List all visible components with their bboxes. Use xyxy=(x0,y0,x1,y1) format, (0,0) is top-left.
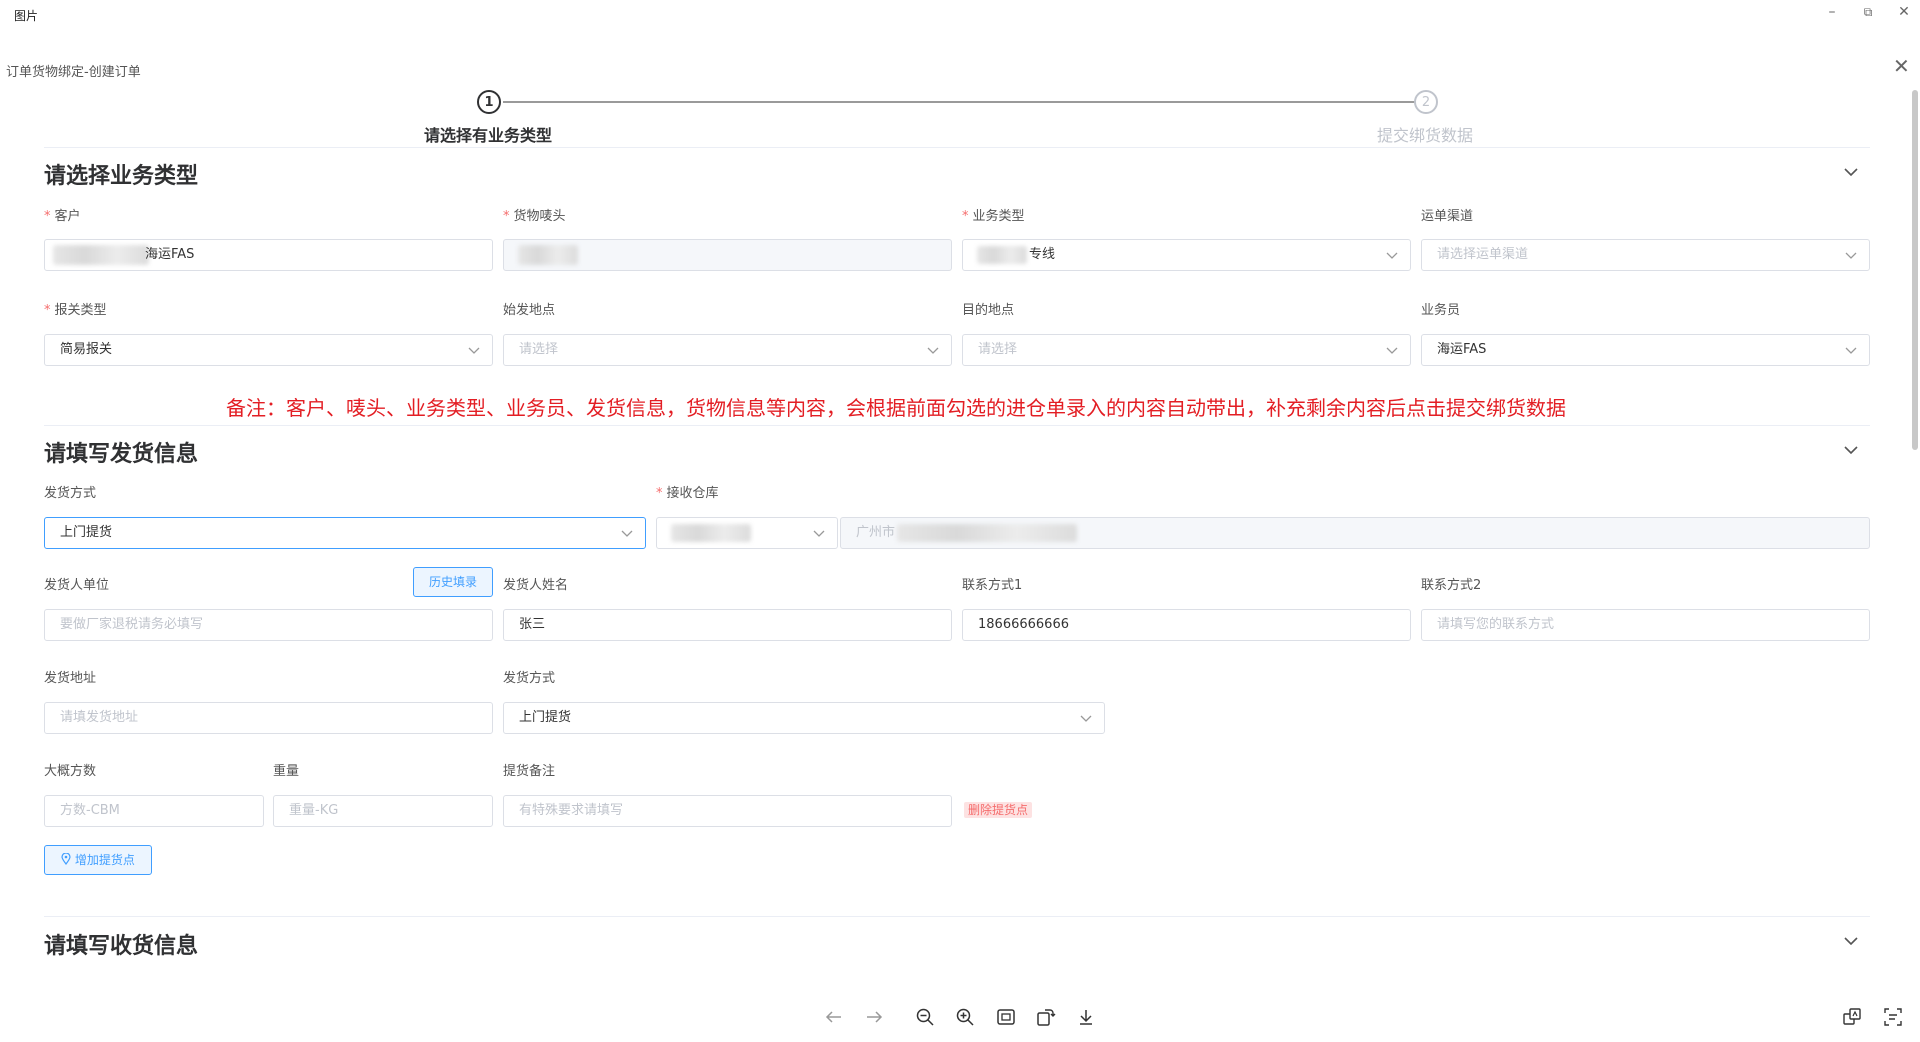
weight-input[interactable]: 重量-KG xyxy=(273,795,493,827)
zoom-in-icon[interactable] xyxy=(954,1006,976,1028)
window-close-icon[interactable]: ✕ xyxy=(1890,2,1918,22)
pickup-note-label: 提货备注 xyxy=(503,764,556,779)
pickup-note-input[interactable]: 有特殊要求请填写 xyxy=(503,795,952,827)
step-1-label: 请选择有业务类型 xyxy=(424,126,553,145)
delete-pickup-button[interactable]: 删除提货点 xyxy=(964,802,1033,818)
address-input[interactable]: 请填发货地址 xyxy=(44,702,493,734)
sender-unit-input[interactable]: 要做厂家退税请务必填写 xyxy=(44,609,493,641)
chevron-down-icon xyxy=(621,530,633,537)
volume-label: 大概方数 xyxy=(44,764,97,779)
ship-method-label: 发货方式 xyxy=(44,486,97,501)
step-1-circle: 1 xyxy=(477,90,501,114)
arrow-left-icon[interactable] xyxy=(823,1006,845,1028)
step-2-circle: 2 xyxy=(1414,90,1438,114)
location-pin-icon xyxy=(61,847,71,866)
translate-icon[interactable] xyxy=(1841,1006,1863,1028)
chevron-down-icon xyxy=(1386,347,1398,354)
biz-type-select[interactable]: 专线 xyxy=(962,239,1411,271)
mark-field xyxy=(503,239,952,271)
customer-field[interactable]: 海运FAS xyxy=(44,239,493,271)
customs-select[interactable]: 简易报关 xyxy=(44,334,493,366)
zoom-out-icon[interactable] xyxy=(914,1006,936,1028)
warehouse-label: * 接收仓库 xyxy=(656,486,719,501)
origin-label: 始发地点 xyxy=(503,303,556,318)
sender-name-input[interactable]: 张三 xyxy=(503,609,952,641)
redacted-blur xyxy=(897,524,1077,542)
window-titlebar: 图片 – ⧉ ✕ xyxy=(0,0,1920,28)
channel-label: 运单渠道 xyxy=(1421,209,1474,224)
scrollbar[interactable] xyxy=(1912,90,1918,450)
redacted-blur xyxy=(518,245,578,265)
restore-icon[interactable]: ⧉ xyxy=(1854,2,1882,22)
contact2-input[interactable]: 请填写您的联系方式 xyxy=(1421,609,1870,641)
dest-select[interactable]: 请选择 xyxy=(962,334,1411,366)
redacted-blur xyxy=(671,524,751,542)
chevron-down-icon xyxy=(1845,347,1857,354)
volume-input[interactable]: 方数-CBM xyxy=(44,795,264,827)
history-fill-button[interactable]: 历史填录 xyxy=(413,567,493,597)
divider xyxy=(44,916,1870,917)
biz-type-label: * 业务类型 xyxy=(962,209,1025,224)
salesman-label: 业务员 xyxy=(1421,303,1461,318)
add-pickup-button[interactable]: 增加提货点 xyxy=(44,845,152,875)
chevron-down-icon[interactable] xyxy=(1844,443,1858,457)
minimize-icon[interactable]: – xyxy=(1818,2,1846,22)
section-receiving-title: 请填写收货信息 xyxy=(44,934,199,959)
step-2-label: 提交绑货数据 xyxy=(1377,126,1474,145)
customs-label: * 报关类型 xyxy=(44,303,107,318)
contact1-label: 联系方式1 xyxy=(962,578,1023,593)
rotate-icon[interactable] xyxy=(1034,1006,1056,1028)
section-business-type-title: 请选择业务类型 xyxy=(44,164,199,189)
chevron-down-icon xyxy=(1080,715,1092,722)
redacted-blur xyxy=(977,246,1027,264)
dialog-title: 订单货物绑定-创建订单 xyxy=(6,65,141,80)
ship-method-select[interactable]: 上门提货 xyxy=(44,517,646,549)
window-title: 图片 xyxy=(14,9,39,23)
step-line xyxy=(503,101,1416,103)
weight-label: 重量 xyxy=(273,764,300,779)
chevron-down-icon xyxy=(1845,252,1857,259)
fit-screen-icon[interactable] xyxy=(995,1006,1017,1028)
section-shipping-title: 请填写发货信息 xyxy=(44,442,199,467)
text-recognition-icon[interactable] xyxy=(1882,1006,1904,1028)
ship-method2-label: 发货方式 xyxy=(503,671,556,686)
divider xyxy=(44,425,1870,426)
warehouse-select[interactable] xyxy=(656,517,838,549)
contact1-input[interactable]: 18666666666 xyxy=(962,609,1411,641)
arrow-right-icon[interactable] xyxy=(863,1006,885,1028)
chevron-down-icon[interactable] xyxy=(1844,934,1858,948)
redacted-blur xyxy=(53,245,149,265)
warehouse-address-field: 广州市 xyxy=(840,517,1870,549)
chevron-down-icon[interactable] xyxy=(1844,165,1858,179)
customer-label: * 客户 xyxy=(44,209,81,224)
auto-fill-note: 备注：客户、唛头、业务类型、业务员、发货信息，货物信息等内容，会根据前面勾选的进… xyxy=(226,396,1566,420)
channel-select[interactable]: 请选择运单渠道 xyxy=(1421,239,1870,271)
contact2-label: 联系方式2 xyxy=(1421,578,1482,593)
chevron-down-icon xyxy=(468,347,480,354)
salesman-select[interactable]: 海运FAS xyxy=(1421,334,1870,366)
mark-label: * 货物唛头 xyxy=(503,209,566,224)
dialog-close-icon[interactable]: ✕ xyxy=(1893,56,1910,76)
divider xyxy=(44,147,1870,148)
dest-label: 目的地点 xyxy=(962,303,1015,318)
sender-unit-label: 发货人单位 xyxy=(44,578,110,593)
chevron-down-icon xyxy=(927,347,939,354)
ship-method2-select[interactable]: 上门提货 xyxy=(503,702,1105,734)
sender-name-label: 发货人姓名 xyxy=(503,578,569,593)
chevron-down-icon xyxy=(1386,252,1398,259)
address-label: 发货地址 xyxy=(44,671,97,686)
origin-select[interactable]: 请选择 xyxy=(503,334,952,366)
download-icon[interactable] xyxy=(1075,1006,1097,1028)
chevron-down-icon xyxy=(813,530,825,537)
